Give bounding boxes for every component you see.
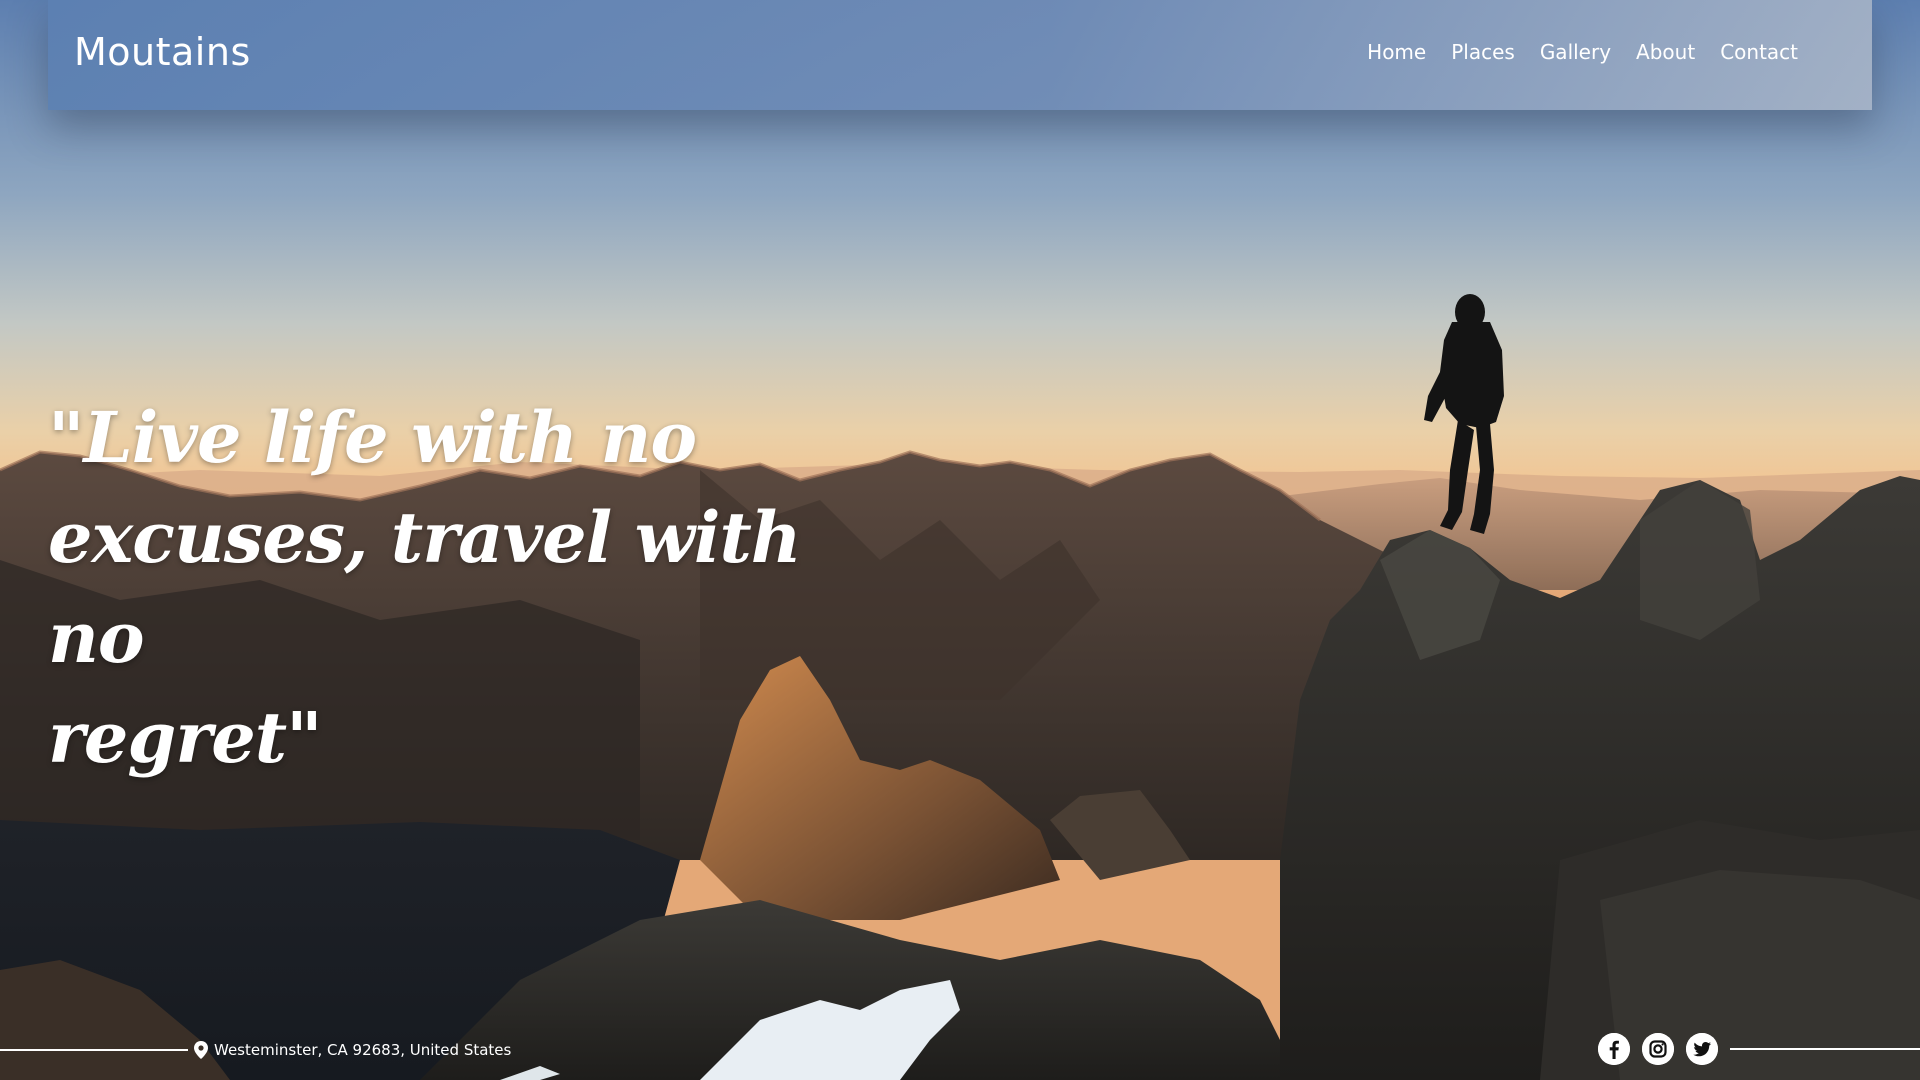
footer-social-bar [1598,1032,1920,1066]
nav-item-gallery[interactable]: Gallery [1540,40,1611,64]
footer-address-bar: Westeminster, CA 92683, United States [0,1038,511,1062]
navbar: Moutains Home Places Gallery About Conta… [48,0,1872,110]
hero-quote: "Live life with no excuses, travel with … [48,388,808,788]
hero-quote-line-1: "Live life with no [48,396,697,479]
twitter-icon[interactable] [1686,1033,1718,1065]
hero-quote-line-3: regret" [48,696,323,779]
nav-links: Home Places Gallery About Contact [1367,40,1798,64]
facebook-icon[interactable] [1598,1033,1630,1065]
footer-divider-right [1730,1048,1920,1050]
instagram-icon[interactable] [1642,1033,1674,1065]
map-pin-icon [194,1041,208,1059]
nav-item-contact[interactable]: Contact [1720,40,1798,64]
hero-quote-line-2: excuses, travel with no [48,496,802,679]
nav-item-places[interactable]: Places [1451,40,1515,64]
footer-address: Westeminster, CA 92683, United States [214,1041,512,1059]
footer-divider-left [0,1049,188,1051]
nav-item-about[interactable]: About [1636,40,1695,64]
brand-logo[interactable]: Moutains [74,30,251,74]
nav-item-home[interactable]: Home [1367,40,1426,64]
